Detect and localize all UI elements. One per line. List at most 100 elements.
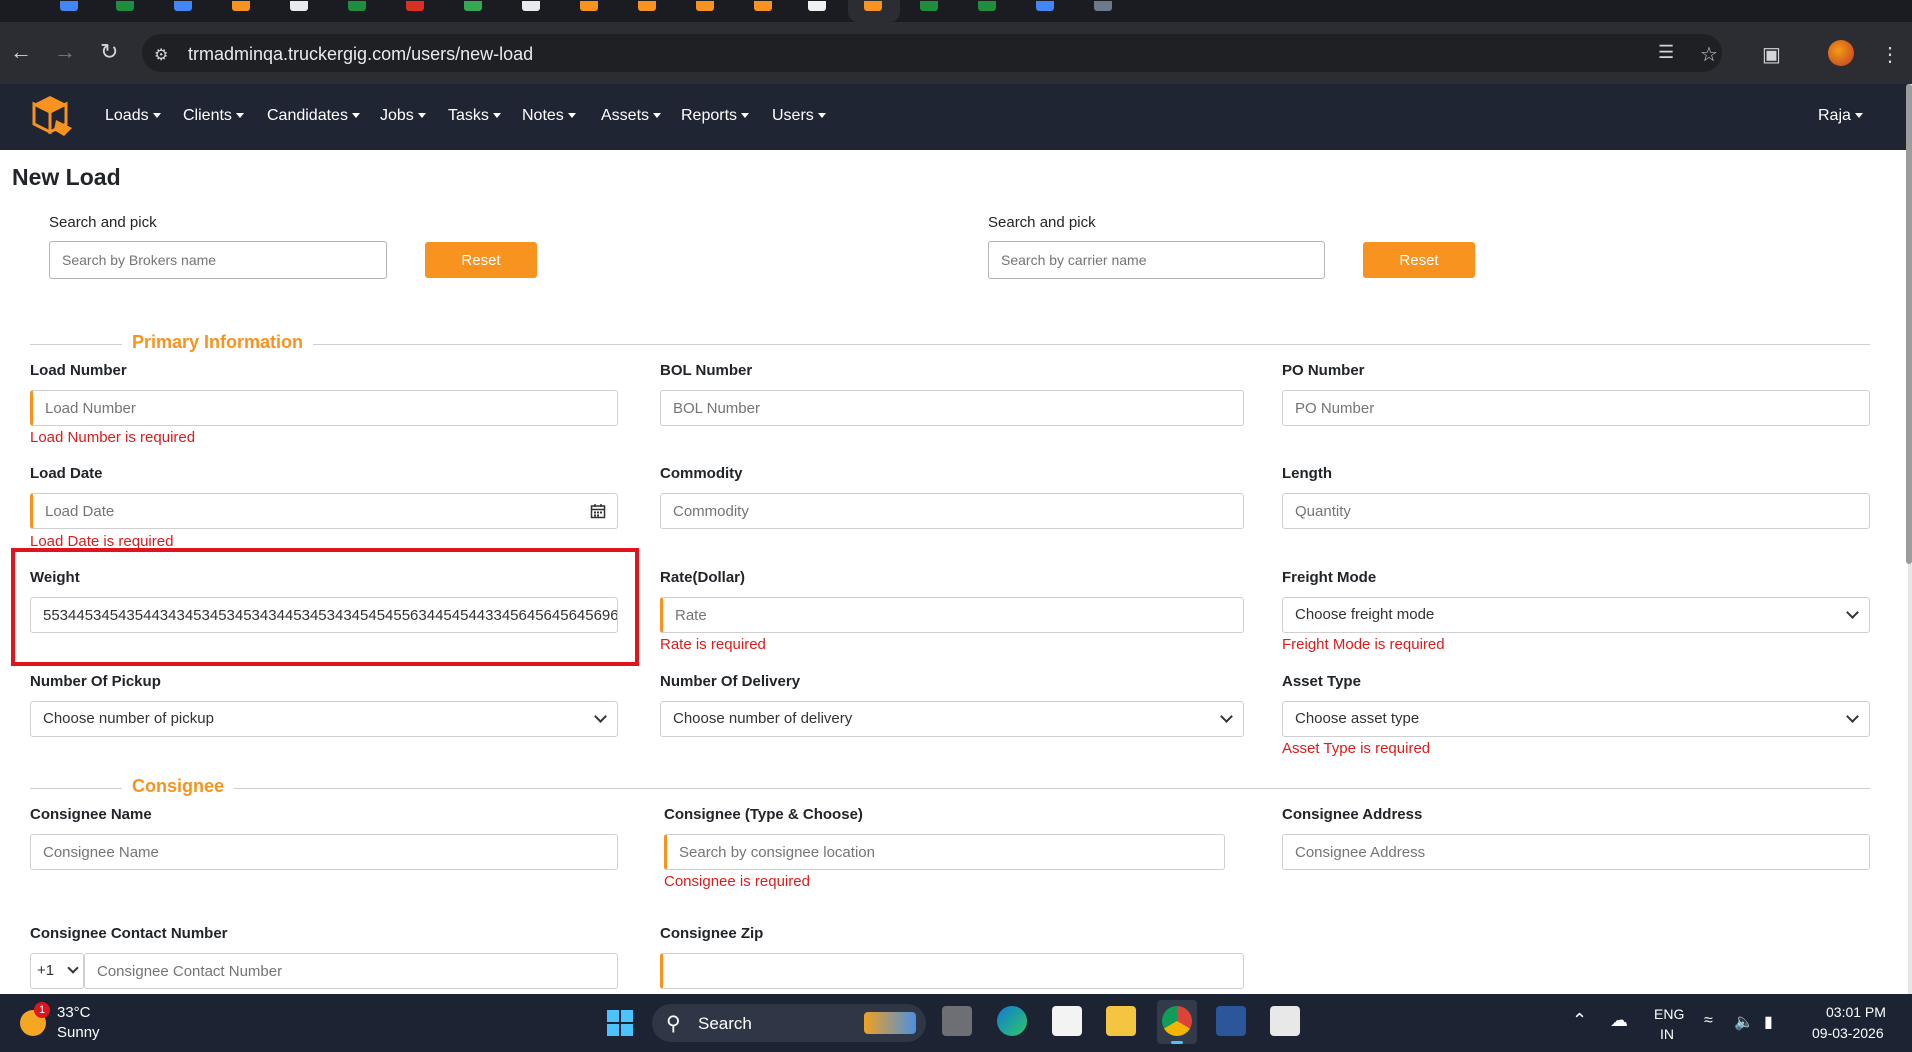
tab-favicon-icon[interactable] bbox=[290, 1, 308, 11]
rate-input[interactable] bbox=[660, 597, 1244, 633]
load-number-error: Load Number is required bbox=[30, 429, 196, 446]
weather-condition[interactable]: Sunny bbox=[57, 1024, 100, 1041]
nav-menu-candidates[interactable]: Candidates bbox=[267, 107, 360, 125]
caret-down-icon bbox=[817, 113, 826, 119]
nav-menu-reports[interactable]: Reports bbox=[681, 107, 750, 125]
tab-favicon-icon bbox=[864, 1, 882, 11]
browser-tab-strip bbox=[0, 0, 1912, 22]
user-menu[interactable]: Raja bbox=[1818, 107, 1863, 125]
tab-favicon-icon[interactable] bbox=[116, 1, 134, 11]
broker-reset-button[interactable]: Reset bbox=[425, 242, 537, 278]
chrome-taskbar-active[interactable] bbox=[1157, 1000, 1197, 1044]
tab-favicon-icon[interactable] bbox=[580, 1, 598, 11]
speaker-muted-icon[interactable]: 🔈 bbox=[1734, 1012, 1754, 1032]
translate-icon[interactable]: ☰ bbox=[1658, 42, 1674, 63]
tab-favicon-icon[interactable] bbox=[174, 1, 192, 11]
bol-number-label: BOL Number bbox=[660, 362, 753, 379]
calendar-icon[interactable] bbox=[590, 503, 606, 519]
tab-favicon-icon[interactable] bbox=[638, 1, 656, 11]
tab-favicon-icon[interactable] bbox=[406, 1, 424, 11]
file-explorer-icon[interactable] bbox=[1106, 1006, 1136, 1036]
tab-favicon-icon[interactable] bbox=[522, 1, 540, 11]
carrier-reset-button[interactable]: Reset bbox=[1363, 242, 1475, 278]
freight-mode-select[interactable]: Choose freight mode bbox=[1282, 597, 1870, 633]
load-number-input[interactable] bbox=[30, 390, 618, 426]
tab-favicon-icon[interactable] bbox=[1094, 1, 1112, 11]
load-date-input[interactable] bbox=[30, 493, 618, 529]
nav-menu-users[interactable]: Users bbox=[772, 107, 826, 125]
tab-favicon-icon[interactable] bbox=[232, 1, 250, 11]
nav-menu-label: Tasks bbox=[448, 107, 489, 124]
bookmark-star-icon[interactable]: ☆ bbox=[1700, 42, 1718, 67]
page-scrollbar-thumb[interactable] bbox=[1906, 84, 1912, 564]
consignee-contact-input[interactable] bbox=[84, 953, 618, 989]
taskbar-search-box[interactable]: ⚲ Search bbox=[652, 1004, 926, 1042]
url-text[interactable]: trmadminqa.truckergig.com/users/new-load bbox=[188, 44, 533, 65]
forward-arrow-icon[interactable]: → bbox=[54, 41, 76, 63]
nav-menu-notes[interactable]: Notes bbox=[522, 107, 576, 125]
nav-menu-label: Assets bbox=[601, 107, 650, 124]
nav-menu-label: Candidates bbox=[267, 107, 348, 124]
tab-favicon-icon[interactable] bbox=[920, 1, 938, 11]
caret-down-icon bbox=[417, 113, 426, 119]
asset-type-error: Asset Type is required bbox=[1282, 740, 1431, 757]
po-number-input[interactable] bbox=[1282, 390, 1870, 426]
battery-icon[interactable]: ▮ bbox=[1764, 1012, 1773, 1032]
browser-menu-icon[interactable]: ⋮ bbox=[1880, 42, 1900, 67]
weather-temp[interactable]: 33°C bbox=[57, 1004, 91, 1021]
chevron-up-icon[interactable]: ⌃ bbox=[1572, 1010, 1587, 1031]
language-eng[interactable]: ENG bbox=[1654, 1006, 1684, 1022]
active-tab[interactable] bbox=[848, 0, 900, 22]
onedrive-cloud-icon[interactable]: ☁ bbox=[1610, 1010, 1628, 1031]
clock-time[interactable]: 03:01 PM bbox=[1826, 1004, 1886, 1020]
snipping-tool-icon[interactable] bbox=[1270, 1006, 1300, 1036]
tab-favicon-icon[interactable] bbox=[808, 1, 826, 11]
language-in[interactable]: IN bbox=[1660, 1026, 1674, 1042]
consignee-zip-input[interactable] bbox=[660, 953, 1244, 989]
broker-search-input[interactable] bbox=[49, 241, 387, 279]
windows-start-icon[interactable] bbox=[606, 1009, 634, 1037]
asset-type-value: Choose asset type bbox=[1295, 710, 1420, 727]
asset-type-select[interactable]: Choose asset type bbox=[1282, 701, 1870, 737]
tab-favicon-icon[interactable] bbox=[696, 1, 714, 11]
tab-favicon-icon[interactable] bbox=[464, 1, 482, 11]
nav-menu-tasks[interactable]: Tasks bbox=[448, 107, 501, 125]
extensions-icon[interactable]: ▣ bbox=[1762, 42, 1781, 67]
tab-favicon-icon[interactable] bbox=[348, 1, 366, 11]
tab-favicon-icon[interactable] bbox=[60, 1, 78, 11]
tab-favicon-icon[interactable] bbox=[978, 1, 996, 11]
edge-browser-icon[interactable] bbox=[997, 1006, 1027, 1036]
length-input[interactable] bbox=[1282, 493, 1870, 529]
microsoft-store-icon[interactable] bbox=[1052, 1006, 1082, 1036]
truckergig-logo[interactable] bbox=[30, 94, 74, 138]
tab-favicon-icon[interactable] bbox=[754, 1, 772, 11]
bol-number-input[interactable] bbox=[660, 390, 1244, 426]
caret-down-icon bbox=[235, 113, 244, 119]
back-arrow-icon[interactable]: ← bbox=[10, 41, 32, 63]
nav-menu-clients[interactable]: Clients bbox=[183, 107, 244, 125]
consignee-name-label: Consignee Name bbox=[30, 806, 152, 823]
nav-menu-jobs[interactable]: Jobs bbox=[380, 107, 426, 125]
consignee-name-input[interactable] bbox=[30, 834, 618, 870]
clock-date[interactable]: 09-03-2026 bbox=[1812, 1025, 1884, 1041]
pickup-select[interactable]: Choose number of pickup bbox=[30, 701, 618, 737]
word-icon[interactable] bbox=[1216, 1006, 1246, 1036]
carrier-search-input[interactable] bbox=[988, 241, 1325, 279]
primary-info-title: Primary Information bbox=[122, 332, 314, 353]
nav-menu-loads[interactable]: Loads bbox=[105, 107, 161, 125]
nav-menu-assets[interactable]: Assets bbox=[601, 107, 662, 125]
chevron-down-icon bbox=[1846, 710, 1859, 723]
reload-icon[interactable]: ↻ bbox=[100, 41, 118, 63]
tab-favicon-icon[interactable] bbox=[1036, 1, 1054, 11]
site-settings-icon[interactable]: ⚙ bbox=[154, 45, 168, 65]
nav-menu-label: Users bbox=[772, 107, 814, 124]
country-code-select[interactable]: +1 bbox=[30, 953, 84, 989]
wifi-icon[interactable]: ≈ bbox=[1704, 1012, 1713, 1030]
task-view-icon[interactable] bbox=[942, 1006, 972, 1036]
profile-avatar[interactable] bbox=[1828, 40, 1854, 66]
consignee-address-input[interactable] bbox=[1282, 834, 1870, 870]
commodity-input[interactable] bbox=[660, 493, 1244, 529]
caret-down-icon bbox=[741, 113, 750, 119]
consignee-location-input[interactable] bbox=[664, 834, 1225, 870]
delivery-select[interactable]: Choose number of delivery bbox=[660, 701, 1244, 737]
